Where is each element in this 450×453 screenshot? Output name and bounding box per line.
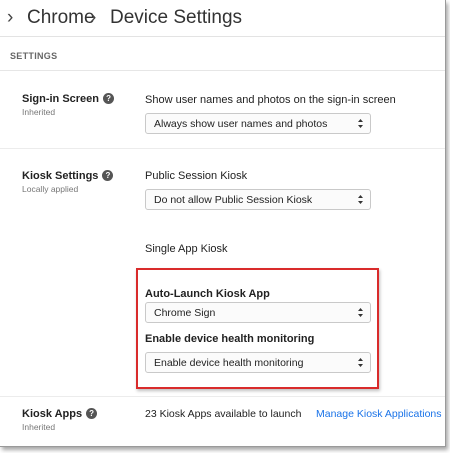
kiosk-settings-label: Kiosk Settings?	[22, 170, 114, 182]
signin-screen-label: Sign-in Screen?	[22, 93, 115, 105]
kiosk-settings-status: Locally applied	[22, 184, 79, 194]
divider	[0, 70, 445, 71]
section-title: SETTINGS	[10, 51, 58, 61]
help-circle-icon[interactable]: ?	[103, 93, 115, 104]
chevron-right-icon[interactable]: ›	[7, 7, 13, 29]
signin-select[interactable]: Always show user names and photos	[145, 113, 371, 134]
divider	[0, 148, 445, 149]
signin-select-value: Always show user names and photos	[154, 118, 328, 130]
help-circle-icon[interactable]: ?	[86, 408, 98, 419]
auto-launch-select-value: Chrome Sign	[154, 307, 216, 319]
signin-field-label: Show user names and photos on the sign-i…	[145, 94, 396, 106]
signin-screen-label-text: Sign-in Screen	[22, 93, 100, 105]
updown-arrows-icon	[358, 308, 363, 317]
top-bar: › Chrome › Device Settings	[0, 0, 445, 37]
auto-launch-kiosk-app-label: Auto-Launch Kiosk App	[145, 288, 270, 300]
health-monitoring-select[interactable]: Enable device health monitoring	[145, 352, 371, 373]
updown-arrows-icon	[358, 195, 363, 204]
auto-launch-select[interactable]: Chrome Sign	[145, 302, 371, 323]
breadcrumb-chrome[interactable]: Chrome	[27, 7, 95, 29]
help-circle-icon[interactable]: ?	[102, 170, 114, 181]
kiosk-apps-status: Inherited	[22, 422, 56, 432]
public-session-select[interactable]: Do not allow Public Session Kiosk	[145, 189, 371, 210]
settings-window: › Chrome › Device Settings SETTINGS Sign…	[0, 0, 446, 447]
kiosk-apps-label-text: Kiosk Apps	[22, 408, 83, 420]
updown-arrows-icon	[358, 119, 363, 128]
chevron-right-icon: ›	[90, 7, 97, 28]
kiosk-settings-label-text: Kiosk Settings	[22, 170, 99, 182]
kiosk-apps-label: Kiosk Apps?	[22, 408, 98, 420]
single-app-kiosk-label: Single App Kiosk	[145, 243, 228, 255]
kiosk-apps-count: 23 Kiosk Apps available to launch	[145, 408, 302, 420]
updown-arrows-icon	[358, 358, 363, 367]
health-monitoring-select-value: Enable device health monitoring	[154, 357, 304, 369]
public-session-kiosk-label: Public Session Kiosk	[145, 170, 248, 182]
health-monitoring-label: Enable device health monitoring	[145, 333, 315, 345]
signin-screen-status: Inherited	[22, 107, 56, 117]
breadcrumb-device-settings: Device Settings	[110, 7, 243, 28]
divider	[0, 396, 445, 397]
manage-kiosk-applications-link[interactable]: Manage Kiosk Applications	[316, 408, 442, 420]
public-session-select-value: Do not allow Public Session Kiosk	[154, 194, 313, 206]
